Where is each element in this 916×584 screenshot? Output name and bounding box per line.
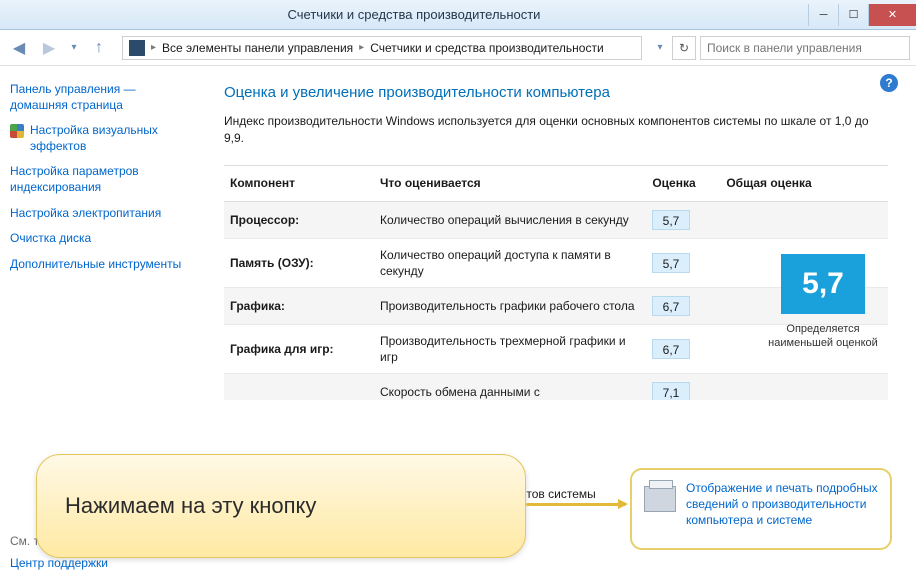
row-desc: Количество операций доступа к памяти в с… [374,247,644,279]
control-panel-icon [129,40,145,56]
search-field[interactable] [707,37,903,59]
history-dropdown[interactable]: ▾ [66,42,82,53]
header-overall: Общая оценка [704,176,834,190]
annotation-callout: Нажимаем на эту кнопку [36,454,526,558]
sidebar-link-indexing[interactable]: Настройка параметров индексирования [10,164,186,195]
sidebar-home-link[interactable]: Панель управления — домашняя страница [10,82,186,113]
maximize-button[interactable]: ☐ [838,4,868,26]
overall-score-label: Определяется наименьшей оценкой [764,322,882,351]
printer-icon [644,486,676,512]
forward-button[interactable]: ▶ [36,35,62,61]
row-score: 5,7 [652,210,690,230]
overall-score-value: 5,7 [781,254,865,314]
breadcrumb-item-2[interactable]: Счетчики и средства производительности [370,41,603,55]
header-description: Что оценивается [374,176,644,190]
print-details-box[interactable]: Отображение и печать подробных сведений … [630,468,892,550]
row-desc: Производительность графики рабочего стол… [374,298,644,314]
row-score: 6,7 [652,296,690,316]
search-input[interactable] [700,36,910,60]
breadcrumb-item-1[interactable]: Все элементы панели управления [162,41,353,55]
titlebar: Счетчики и средства производительности ─… [0,0,916,30]
callout-arrow-icon [526,503,626,506]
help-icon[interactable]: ? [880,74,898,92]
header-score: Оценка [644,176,704,190]
table-header: Компонент Что оценивается Оценка Общая о… [224,166,888,202]
shield-icon [10,124,24,138]
row-score: 7,1 [652,382,690,400]
chevron-right-icon: ▸ [151,42,156,53]
sidebar-link-visual-effects[interactable]: Настройка визуальных эффектов [10,123,186,154]
row-name: Память (ОЗУ): [224,256,374,270]
print-details-link[interactable]: Отображение и печать подробных сведений … [686,480,878,529]
back-button[interactable]: ◀ [6,35,32,61]
callout-text: Нажимаем на эту кнопку [65,493,316,519]
row-desc: Скорость обмена данными с [374,384,644,400]
row-name: Процессор: [224,213,374,227]
header-component: Компонент [224,176,374,190]
row-score: 5,7 [652,253,690,273]
row-name: Графика: [224,299,374,313]
table-row: Скорость обмена данными с 7,1 [224,374,888,400]
close-button[interactable]: ✕ [868,4,916,26]
main: Панель управления — домашняя страница На… [0,66,916,584]
navbar: ◀ ▶ ▾ ↑ ▸ Все элементы панели управления… [0,30,916,66]
page-title: Оценка и увеличение производительности к… [224,84,888,101]
table-row: Процессор: Количество операций вычислени… [224,202,888,239]
sidebar-item-label: Настройка визуальных эффектов [30,123,186,154]
breadcrumb[interactable]: ▸ Все элементы панели управления ▸ Счетч… [122,36,642,60]
sidebar-link-power[interactable]: Настройка электропитания [10,206,186,222]
breadcrumb-dropdown[interactable]: ▾ [652,42,668,53]
minimize-button[interactable]: ─ [808,4,838,26]
row-desc: Количество операций вычисления в секунду [374,212,644,228]
overall-score-box: 5,7 Определяется наименьшей оценкой [764,254,882,351]
window-title: Счетчики и средства производительности [20,7,808,22]
row-score: 6,7 [652,339,690,359]
row-desc: Производительность трехмерной графики и … [374,333,644,365]
refresh-button[interactable]: ↻ [672,36,696,60]
see-also-link[interactable]: Центр поддержки [10,556,108,570]
chevron-right-icon: ▸ [359,42,364,53]
sidebar-link-advanced-tools[interactable]: Дополнительные инструменты [10,257,186,273]
sidebar-link-disk-cleanup[interactable]: Очистка диска [10,231,186,247]
up-button[interactable]: ↑ [86,35,112,61]
intro-text: Индекс производительности Windows исполь… [224,113,888,147]
row-name: Графика для игр: [224,342,374,356]
